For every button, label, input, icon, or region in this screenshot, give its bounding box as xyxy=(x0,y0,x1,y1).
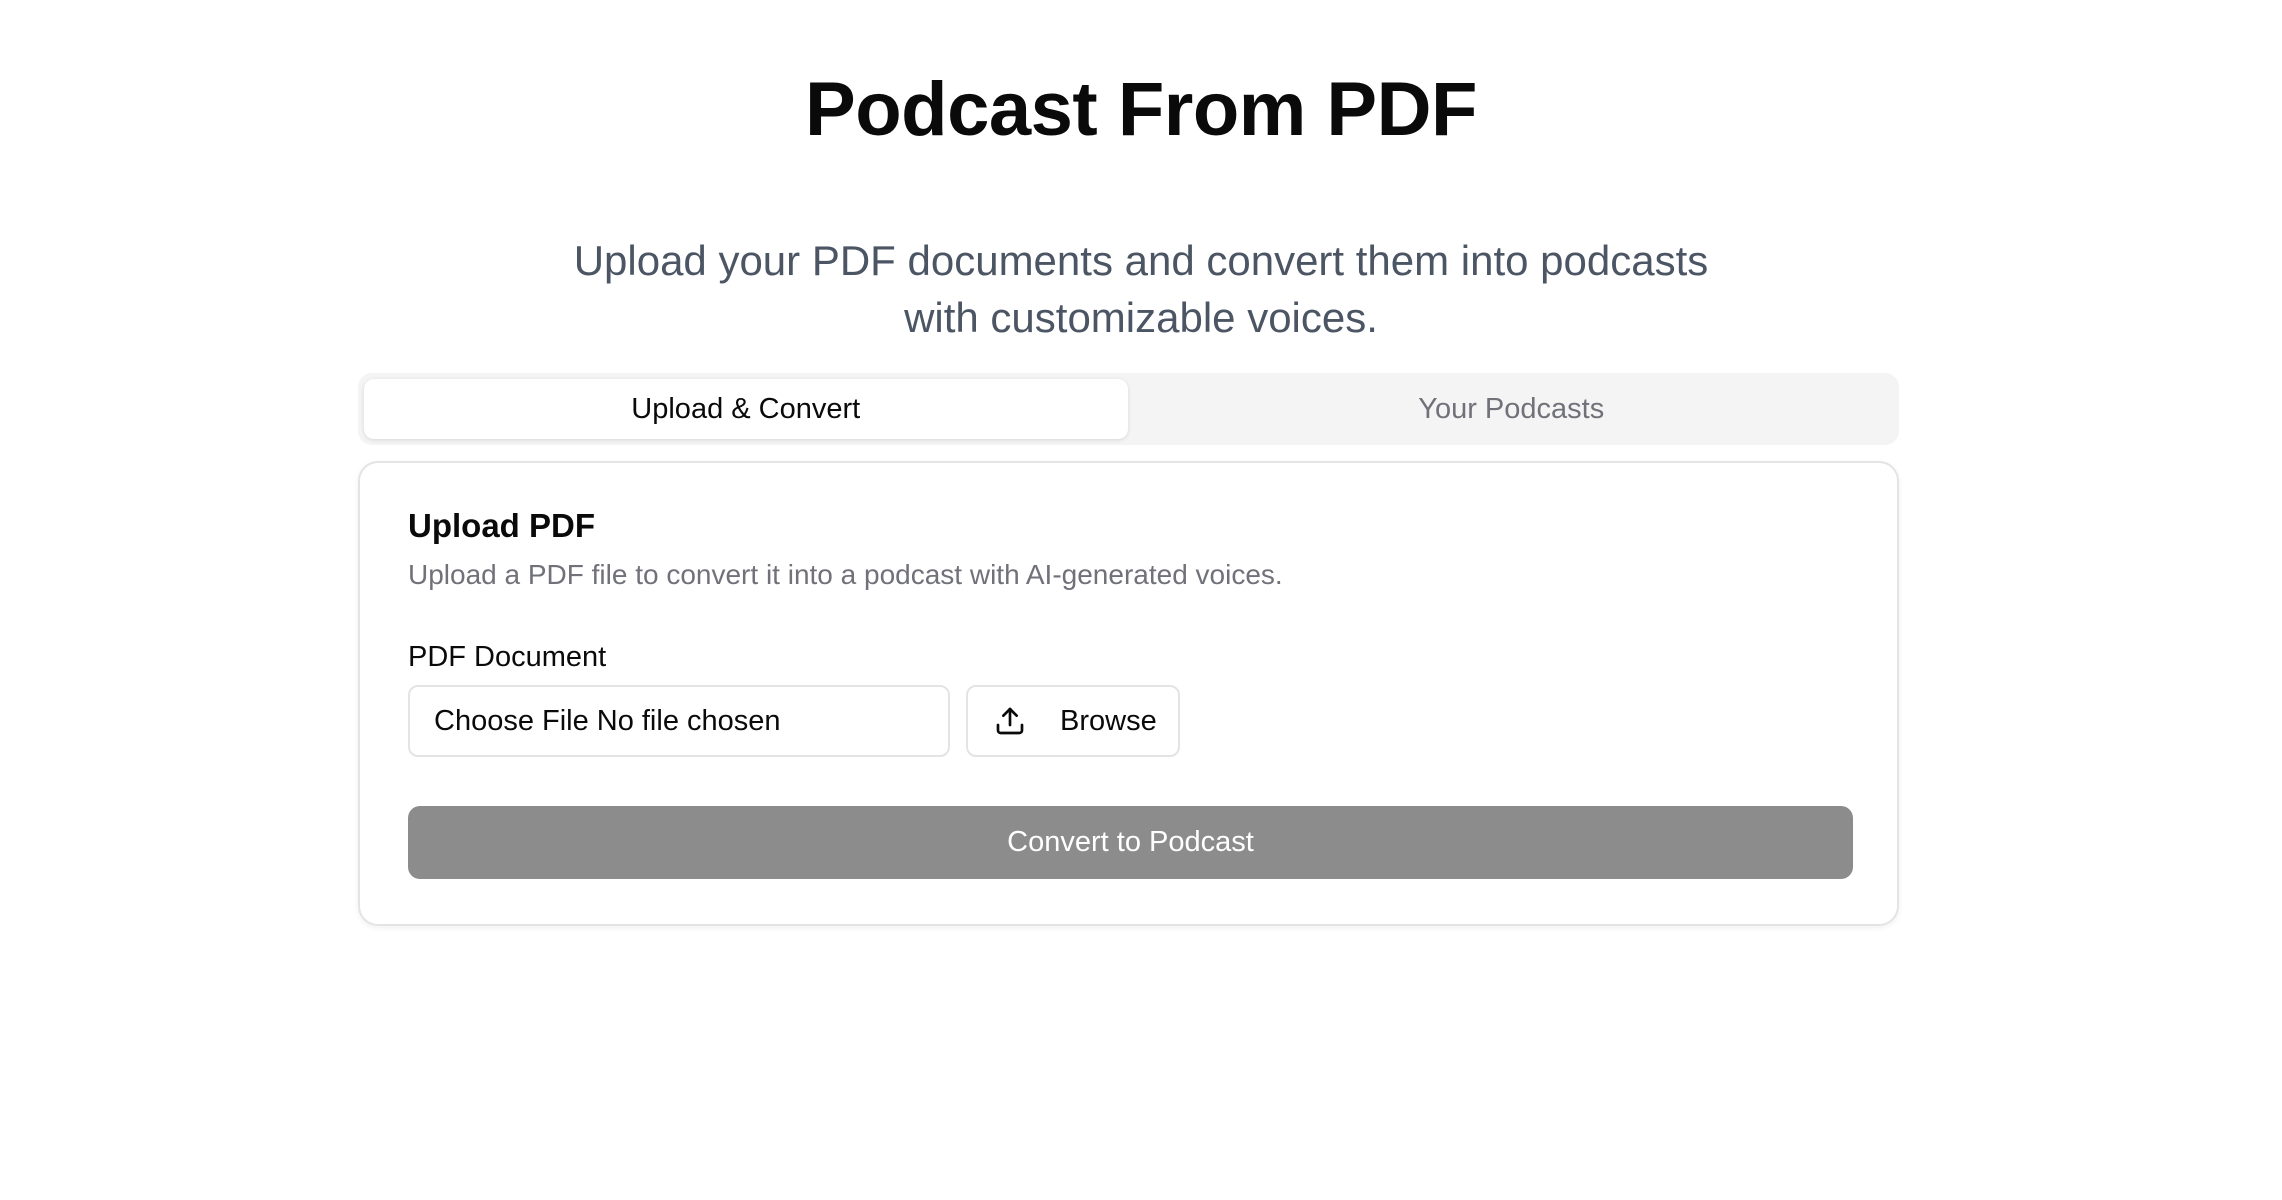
card-title: Upload PDF xyxy=(408,507,595,544)
hero: Podcast From PDF Upload your PDF documen… xyxy=(0,60,2282,346)
page: Podcast From PDF Upload your PDF documen… xyxy=(0,0,2282,1200)
page-subtitle: Upload your PDF documents and convert th… xyxy=(573,237,1709,341)
file-status-text: No file chosen xyxy=(596,704,781,737)
browse-button[interactable]: Browse xyxy=(966,685,1180,757)
page-title: Podcast From PDF xyxy=(805,67,1477,152)
tab-upload-convert[interactable]: Upload & Convert xyxy=(364,379,1128,439)
convert-to-podcast-button[interactable]: Convert to Podcast xyxy=(408,806,1853,879)
choose-file-button[interactable]: Choose File xyxy=(434,705,589,738)
browse-label: Browse xyxy=(1060,704,1157,737)
pdf-document-label: PDF Document xyxy=(408,641,607,673)
tab-your-podcasts[interactable]: Your Podcasts xyxy=(1130,379,1894,439)
pdf-file-input[interactable]: Choose File No file chosen xyxy=(408,685,950,757)
upload-card: Upload PDF Upload a PDF file to convert … xyxy=(358,461,1899,926)
upload-icon xyxy=(996,707,1024,735)
tab-list: Upload & Convert Your Podcasts xyxy=(358,373,1899,445)
card-description: Upload a PDF file to convert it into a p… xyxy=(408,559,1283,590)
